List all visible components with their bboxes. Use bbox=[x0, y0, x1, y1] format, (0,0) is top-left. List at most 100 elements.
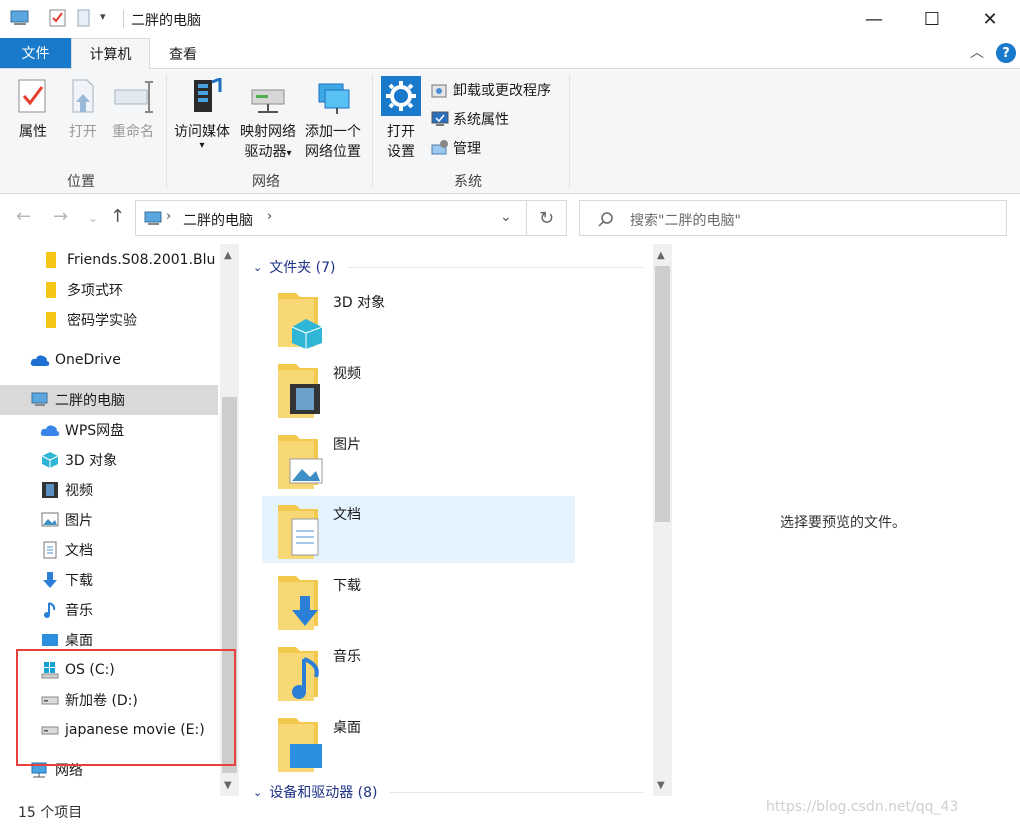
refresh-icon: ↻ bbox=[538, 207, 555, 229]
rename-button[interactable]: 重命名 bbox=[108, 78, 158, 142]
access-media-label: 访问媒体 bbox=[174, 124, 230, 140]
quick-access-dropdown-icon[interactable]: ▾ bbox=[100, 10, 106, 23]
tab-file[interactable]: 文件 bbox=[0, 38, 71, 68]
open-button[interactable]: 打开 bbox=[62, 78, 104, 142]
nav-item-label: 下载 bbox=[65, 573, 93, 589]
add-network-location-button[interactable]: 添加一个 网络位置 bbox=[300, 78, 366, 162]
system-properties-button[interactable]: 系统属性 bbox=[431, 109, 509, 129]
title-bar: ▾ 二胖的电脑 — ☐ ✕ bbox=[0, 0, 1020, 38]
title-separator bbox=[123, 10, 124, 28]
map-network-drive-button[interactable]: 映射网络 驱动器▾ bbox=[236, 78, 300, 164]
access-media-button[interactable]: 访问媒体 ▾ bbox=[170, 76, 234, 151]
address-dropdown-icon[interactable]: ⌄ bbox=[500, 209, 512, 225]
properties-button[interactable]: 属性 bbox=[12, 78, 54, 142]
nav-item-label: 图片 bbox=[65, 513, 93, 529]
refresh-button[interactable]: ↻ bbox=[527, 200, 567, 236]
3d-objects-folder-icon bbox=[278, 293, 323, 349]
folder-label: 文档 bbox=[333, 507, 361, 523]
downloads-folder-icon bbox=[278, 576, 318, 630]
rename-label: 重命名 bbox=[112, 124, 154, 140]
system-group-label: 系统 bbox=[454, 174, 482, 190]
cloud-icon bbox=[30, 350, 50, 370]
nav-item-label: Friends.S08.2001.Blu bbox=[67, 252, 216, 268]
recent-locations-chevron-icon[interactable]: ⌄ bbox=[88, 211, 98, 225]
breadcrumb-chevron-icon[interactable]: › bbox=[166, 209, 171, 224]
up-arrow-icon[interactable]: ↑ bbox=[110, 206, 125, 227]
tab-computer[interactable]: 计算机 bbox=[71, 38, 150, 69]
desktop-icon bbox=[40, 630, 60, 650]
manage-label: 管理 bbox=[453, 141, 481, 157]
scroll-up-arrow-icon[interactable]: ▲ bbox=[224, 250, 232, 261]
folder-tile-3d-objects[interactable]: 3D 对象 bbox=[262, 284, 575, 351]
search-box[interactable]: 搜索"二胖的电脑" bbox=[579, 200, 1007, 236]
folder-tile-pictures[interactable]: 图片 bbox=[262, 426, 575, 493]
system-properties-label: 系统属性 bbox=[453, 112, 509, 128]
nav-item-pictures[interactable]: 图片 bbox=[0, 505, 218, 535]
nav-item-wps-drive[interactable]: WPS网盘 bbox=[0, 415, 218, 445]
properties-check-icon[interactable] bbox=[49, 9, 67, 27]
folder-label: 3D 对象 bbox=[333, 295, 386, 311]
system-properties-icon bbox=[431, 111, 449, 126]
cube-icon bbox=[40, 450, 60, 470]
manage-button[interactable]: 管理 bbox=[431, 138, 481, 158]
open-settings-button[interactable]: 打开 设置 bbox=[378, 76, 424, 162]
scroll-up-arrow-icon[interactable]: ▲ bbox=[657, 250, 665, 261]
new-folder-icon[interactable] bbox=[76, 9, 92, 27]
folder-tile-downloads[interactable]: 下载 bbox=[262, 567, 575, 634]
nav-item-documents[interactable]: 文档 bbox=[0, 535, 218, 565]
forward-arrow-icon[interactable]: → bbox=[53, 206, 68, 227]
folder-tile-desktop[interactable]: 桌面 bbox=[262, 709, 575, 776]
devices-group-header[interactable]: ⌄ 设备和驱动器 (8) bbox=[253, 782, 378, 802]
ribbon-separator bbox=[372, 74, 373, 188]
programs-icon bbox=[431, 84, 447, 98]
computer-icon bbox=[10, 10, 29, 25]
search-icon bbox=[598, 212, 613, 227]
folder-tile-music[interactable]: 音乐 bbox=[262, 638, 575, 705]
group-divider bbox=[390, 792, 643, 793]
network-group-label: 网络 bbox=[252, 174, 280, 190]
uninstall-programs-button[interactable]: 卸载或更改程序 bbox=[431, 80, 551, 100]
nav-item-downloads[interactable]: 下载 bbox=[0, 565, 218, 595]
access-media-dropdown-icon: ▾ bbox=[199, 140, 205, 151]
tab-view[interactable]: 查看 bbox=[152, 38, 214, 69]
content-scrollbar-thumb[interactable] bbox=[655, 266, 670, 522]
folder-tile-documents[interactable]: 文档 bbox=[262, 496, 575, 563]
close-button[interactable]: ✕ bbox=[961, 0, 1019, 38]
nav-item-label: 3D 对象 bbox=[65, 453, 118, 469]
nav-item-3d-objects[interactable]: 3D 对象 bbox=[0, 445, 218, 475]
nav-item-label: 音乐 bbox=[65, 603, 93, 619]
collapse-ribbon-icon[interactable]: ︿ bbox=[970, 42, 984, 62]
nav-item-crypto-lab[interactable]: 密码学实验 bbox=[0, 305, 218, 335]
breadcrumb-chevron-icon[interactable]: › bbox=[267, 209, 272, 224]
minimize-button[interactable]: — bbox=[845, 0, 903, 38]
help-button[interactable]: ? bbox=[996, 43, 1016, 63]
cloud-icon bbox=[40, 420, 60, 440]
nav-item-polynomial-ring[interactable]: 多项式环 bbox=[0, 275, 218, 305]
maximize-button[interactable]: ☐ bbox=[903, 0, 961, 38]
folder-tile-videos[interactable]: 视频 bbox=[262, 355, 575, 422]
document-icon bbox=[40, 540, 60, 560]
network-location-icon bbox=[318, 83, 350, 114]
add-location-label-1: 添加一个 bbox=[305, 124, 361, 140]
breadcrumb-current[interactable]: 二胖的电脑 bbox=[183, 210, 253, 230]
nav-item-music[interactable]: 音乐 bbox=[0, 595, 218, 625]
documents-folder-icon bbox=[278, 505, 319, 559]
nav-item-friends[interactable]: Friends.S08.2001.Blu bbox=[0, 245, 218, 275]
drives-highlight-box bbox=[16, 649, 236, 766]
music-folder-icon bbox=[278, 647, 319, 701]
videos-folder-icon bbox=[278, 364, 320, 418]
address-bar[interactable]: › 二胖的电脑 › ⌄ bbox=[135, 200, 527, 236]
scroll-down-arrow-icon[interactable]: ▼ bbox=[224, 780, 232, 791]
open-settings-label-1: 打开 bbox=[387, 124, 415, 140]
nav-item-label: 视频 bbox=[65, 483, 93, 499]
nav-item-label: 多项式环 bbox=[67, 283, 123, 299]
nav-item-label: OneDrive bbox=[55, 352, 121, 368]
open-icon bbox=[72, 79, 94, 113]
folders-group-header[interactable]: ⌄ 文件夹 (7) bbox=[253, 257, 336, 277]
nav-item-this-pc[interactable]: 二胖的电脑 bbox=[0, 385, 218, 415]
nav-item-onedrive[interactable]: OneDrive bbox=[0, 345, 218, 375]
ribbon-separator bbox=[166, 74, 167, 188]
nav-item-videos[interactable]: 视频 bbox=[0, 475, 218, 505]
scroll-down-arrow-icon[interactable]: ▼ bbox=[657, 780, 665, 791]
back-arrow-icon[interactable]: ← bbox=[16, 206, 31, 227]
